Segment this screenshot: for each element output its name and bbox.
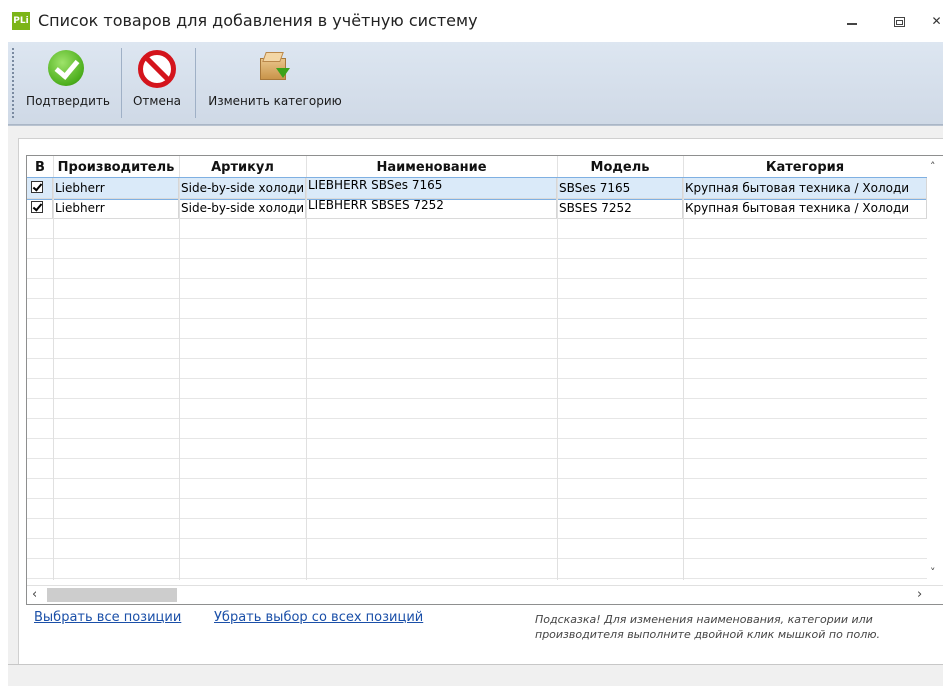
change-category-label: Изменить категорию xyxy=(208,94,342,108)
empty-row xyxy=(27,438,927,459)
toolbar-separator xyxy=(121,48,122,118)
toolbar: Подтвердить Отмена Изменить категорию xyxy=(8,42,943,125)
grid-header: В Производитель Артикул Наименование Мод… xyxy=(27,156,943,179)
article-cell[interactable]: Side-by-side холоди xyxy=(179,178,306,198)
name-cell[interactable]: LIEBHERR SBSes 7165 xyxy=(306,178,557,198)
column-header-name[interactable]: Наименование xyxy=(306,156,558,178)
column-header-checked[interactable]: В xyxy=(27,156,54,178)
checkbox[interactable] xyxy=(31,181,43,193)
empty-row xyxy=(27,558,927,579)
column-divider xyxy=(179,178,180,580)
scroll-left-icon[interactable]: ‹ xyxy=(32,587,37,602)
horizontal-scroll-thumb[interactable] xyxy=(47,588,177,602)
empty-row xyxy=(27,278,927,299)
table-row[interactable]: Liebherr Side-by-side холоди LIEBHERR SB… xyxy=(27,198,927,219)
category-cell[interactable]: Крупная бытовая техника / Холоди xyxy=(683,178,927,198)
restore-icon xyxy=(894,17,905,27)
hint-line-1: Подсказка! Для изменения наименования, к… xyxy=(535,613,873,626)
empty-row xyxy=(27,418,927,439)
cancel-label: Отмена xyxy=(132,94,182,108)
title-bar: PLi Список товаров для добавления в учёт… xyxy=(0,0,943,42)
column-divider xyxy=(306,178,307,580)
article-cell[interactable]: Side-by-side холоди xyxy=(179,198,306,218)
toolbar-separator xyxy=(195,48,196,118)
scroll-up-icon[interactable]: ˄ xyxy=(930,160,936,173)
bottom-border xyxy=(8,664,943,686)
horizontal-scrollbar[interactable]: ‹ › xyxy=(27,585,943,604)
cancel-button[interactable]: Отмена xyxy=(124,46,190,118)
cancel-icon xyxy=(138,50,176,88)
empty-row xyxy=(27,518,927,539)
vertical-scrollbar[interactable]: ˄ ˅ xyxy=(927,156,943,586)
column-header-manufacturer[interactable]: Производитель xyxy=(53,156,180,178)
products-grid[interactable]: В Производитель Артикул Наименование Мод… xyxy=(26,155,943,605)
confirm-button[interactable]: Подтвердить xyxy=(20,46,116,118)
empty-row xyxy=(27,218,927,239)
empty-row xyxy=(27,458,927,479)
model-cell[interactable]: SBSes 7165 xyxy=(557,178,683,198)
empty-row xyxy=(27,538,927,559)
column-header-model[interactable]: Модель xyxy=(557,156,684,178)
column-header-article[interactable]: Артикул xyxy=(179,156,307,178)
empty-row xyxy=(27,238,927,259)
checkbox-cell[interactable] xyxy=(27,178,53,198)
change-category-button[interactable]: Изменить категорию xyxy=(200,46,350,118)
maximize-button[interactable] xyxy=(889,14,909,30)
name-cell[interactable]: LIEBHERR SBSES 7252 xyxy=(306,198,557,218)
minimize-icon xyxy=(847,23,857,25)
minimize-button[interactable] xyxy=(842,14,862,30)
window: PLi Список товаров для добавления в учёт… xyxy=(0,0,943,686)
table-row[interactable]: Liebherr Side-by-side холоди LIEBHERR SB… xyxy=(27,177,928,200)
close-button[interactable]: ✕ xyxy=(930,14,943,30)
scroll-down-icon[interactable]: ˅ xyxy=(930,566,936,579)
empty-row xyxy=(27,258,927,279)
window-title: Список товаров для добавления в учётную … xyxy=(38,11,478,30)
confirm-label: Подтвердить xyxy=(26,94,110,108)
toolbar-grip[interactable] xyxy=(12,48,16,118)
manufacturer-cell[interactable]: Liebherr xyxy=(53,178,179,198)
box-arrow-icon xyxy=(258,50,290,80)
empty-row xyxy=(27,398,927,419)
column-divider xyxy=(557,178,558,580)
empty-row xyxy=(27,378,927,399)
checkmark-icon xyxy=(48,50,84,86)
manufacturer-cell[interactable]: Liebherr xyxy=(53,198,179,218)
deselect-all-link[interactable]: Убрать выбор со всех позиций xyxy=(214,610,423,625)
column-divider xyxy=(683,178,684,580)
select-all-link[interactable]: Выбрать все позиции xyxy=(34,610,181,625)
checkbox-cell[interactable] xyxy=(27,198,53,218)
hint-text: Подсказка! Для изменения наименования, к… xyxy=(535,612,935,642)
column-divider xyxy=(53,178,54,580)
empty-row xyxy=(27,298,927,319)
empty-row xyxy=(27,478,927,499)
empty-row xyxy=(27,358,927,379)
model-cell[interactable]: SBSES 7252 xyxy=(557,198,683,218)
scroll-right-icon[interactable]: › xyxy=(917,587,922,602)
app-icon: PLi xyxy=(12,12,30,30)
checkbox[interactable] xyxy=(31,201,43,213)
empty-row xyxy=(27,318,927,339)
hint-line-2: производителя выполните двойной клик мыш… xyxy=(535,628,881,641)
empty-row xyxy=(27,338,927,359)
column-header-category[interactable]: Категория xyxy=(683,156,928,178)
category-cell[interactable]: Крупная бытовая техника / Холоди xyxy=(683,198,927,218)
empty-row xyxy=(27,498,927,519)
